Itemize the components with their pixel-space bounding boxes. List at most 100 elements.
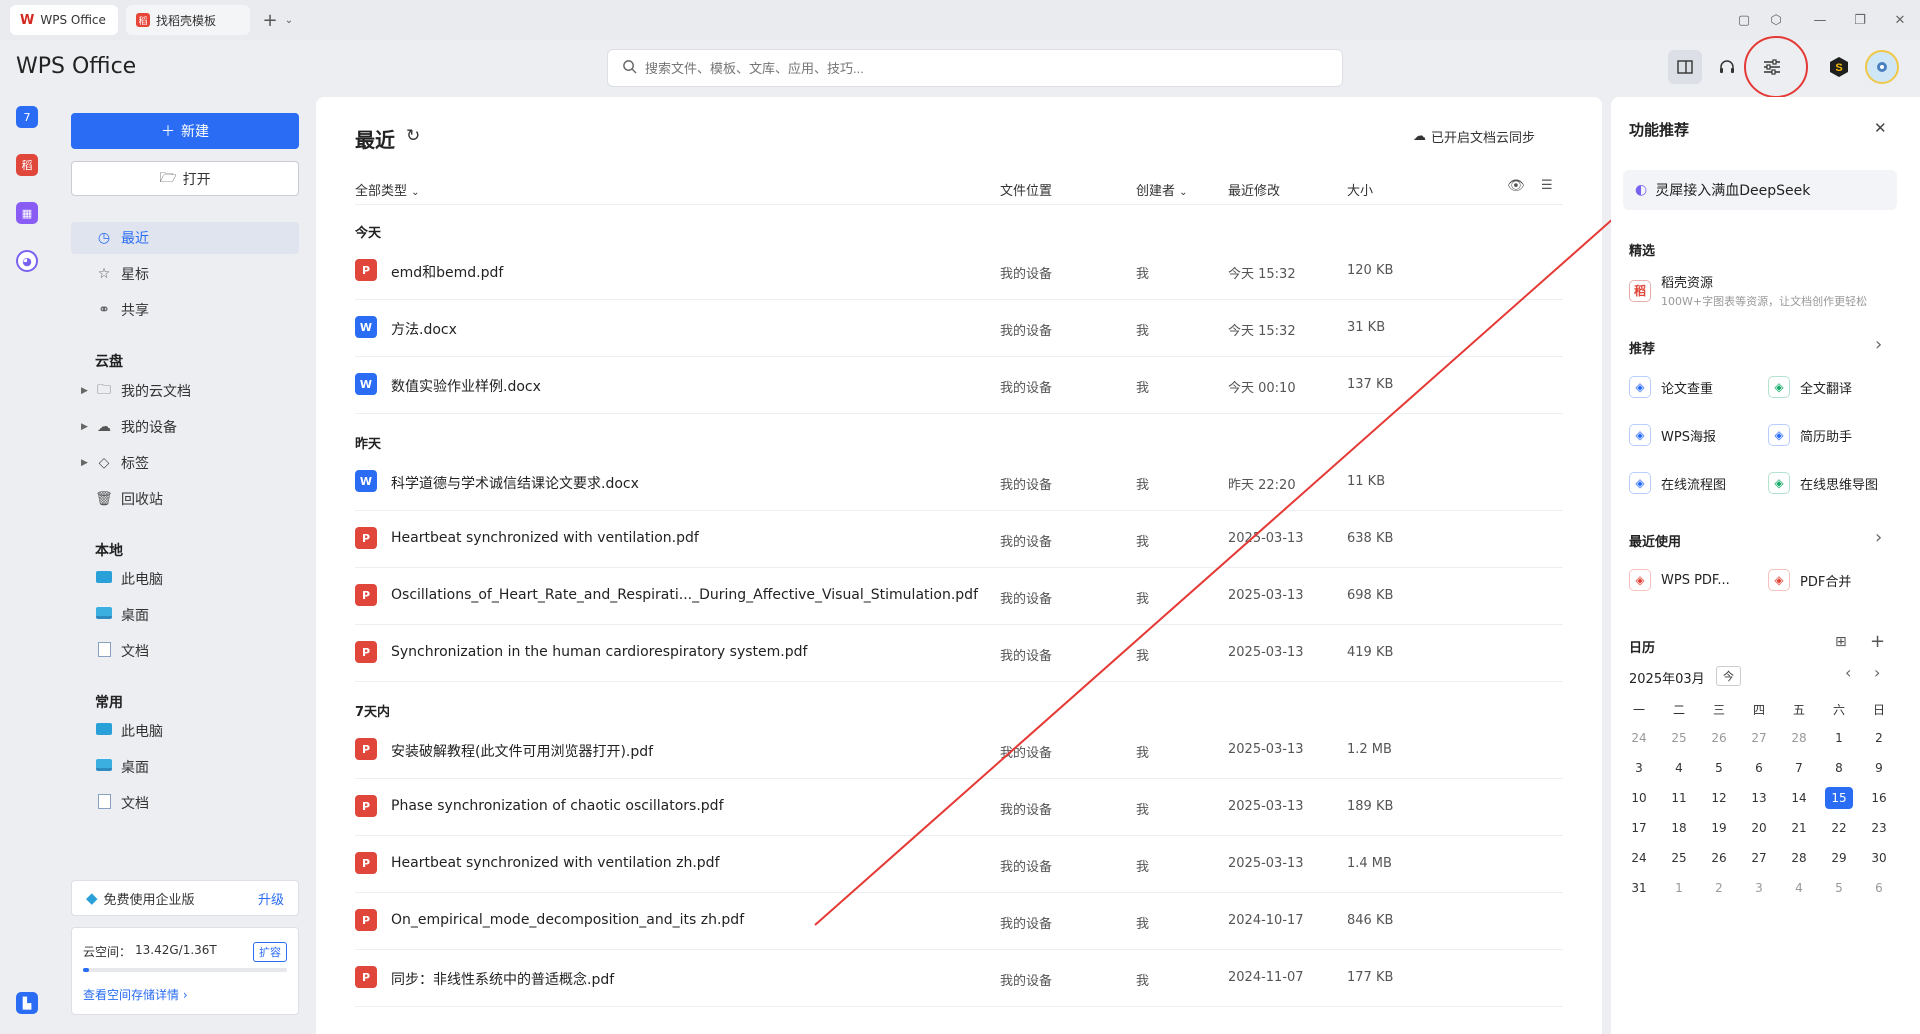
expand-arrow-icon[interactable]: ▶ xyxy=(81,458,88,468)
table-row[interactable]: P Heartbeat synchronized with ventilation… xyxy=(355,837,1563,893)
restore-icon[interactable]: ❐ xyxy=(1848,8,1872,32)
avatar[interactable] xyxy=(1865,50,1899,84)
feature-item[interactable]: ◈ 在线流程图 xyxy=(1629,472,1726,494)
calendar-day[interactable]: 7 xyxy=(1779,761,1819,775)
calendar-day[interactable]: 14 xyxy=(1779,791,1819,805)
table-row[interactable]: W 科学道德与学术诚信结课论文要求.docx 我的设备 我 昨天 22:20 11 KB xyxy=(355,455,1563,511)
tab-docer-templates[interactable]: 稻 找稻壳模板 xyxy=(126,5,250,35)
calendar-day[interactable]: 4 xyxy=(1779,881,1819,895)
refresh-icon[interactable]: ↻ xyxy=(406,126,420,146)
calendar-day[interactable]: 6 xyxy=(1859,881,1899,895)
calendar-day[interactable]: 2 xyxy=(1699,881,1739,895)
column-size[interactable]: 大小 xyxy=(1347,180,1373,199)
column-location[interactable]: 文件位置 xyxy=(1000,180,1052,199)
storage-detail-link[interactable]: 查看空间存储详情 › xyxy=(83,986,188,1003)
enterprise-promo[interactable]: ◆ 免费使用企业版 升级 xyxy=(71,880,299,916)
apps-grid-icon[interactable]: ▦ xyxy=(16,202,38,224)
column-creator[interactable]: 创建者 ⌄ xyxy=(1136,180,1188,199)
feature-item[interactable]: ◈ 在线思维导图 xyxy=(1768,472,1878,494)
cube-icon[interactable]: ⬡ xyxy=(1764,8,1788,32)
calendar-day[interactable]: 11 xyxy=(1659,791,1699,805)
deepseek-banner[interactable]: ◐ 灵犀接入满血DeepSeek xyxy=(1623,170,1897,210)
sidebar-item-my-devices[interactable]: ▶ ☁ 我的设备 xyxy=(71,411,299,443)
calendar-day[interactable]: 24 xyxy=(1619,851,1659,865)
calendar-plus-icon[interactable]: + xyxy=(1870,631,1885,652)
search-input[interactable] xyxy=(645,60,1245,76)
calendar-day[interactable]: 31 xyxy=(1619,881,1659,895)
calendar-next-chevron-icon[interactable]: › xyxy=(1874,663,1880,682)
sidebar-item-common-documents[interactable]: 文档 xyxy=(71,787,299,819)
sidebar-item-trash[interactable]: 🗑 回收站 xyxy=(71,483,299,515)
calendar-day[interactable]: 4 xyxy=(1659,761,1699,775)
calendar-app-icon[interactable]: 7 xyxy=(16,106,38,128)
table-row[interactable]: P Phase synchronization of chaotic oscill… xyxy=(355,780,1563,836)
calendar-day[interactable]: 24 xyxy=(1619,731,1659,745)
calendar-day[interactable]: 26 xyxy=(1699,851,1739,865)
calendar-day[interactable]: 3 xyxy=(1739,881,1779,895)
sidebar-item-desktop[interactable]: 桌面 xyxy=(71,599,299,631)
calendar-day[interactable]: 17 xyxy=(1619,821,1659,835)
upgrade-link[interactable]: 升级 xyxy=(258,889,284,908)
sidebar-item-this-pc[interactable]: 此电脑 xyxy=(71,563,299,595)
headset-support-icon[interactable] xyxy=(1710,50,1744,84)
calendar-day[interactable]: 26 xyxy=(1699,731,1739,745)
sliders-settings-icon[interactable] xyxy=(1755,50,1789,84)
calendar-day[interactable]: 21 xyxy=(1779,821,1819,835)
feature-item[interactable]: ◈ WPS海报 xyxy=(1629,424,1716,446)
docer-app-icon[interactable]: 稻 xyxy=(16,154,38,176)
search-box[interactable] xyxy=(607,49,1343,87)
close-panel-icon[interactable]: ✕ xyxy=(1874,119,1887,137)
calendar-day[interactable]: 18 xyxy=(1659,821,1699,835)
new-tab-plus-icon[interactable]: + xyxy=(258,8,282,32)
calendar-day[interactable]: 15 xyxy=(1819,787,1859,809)
table-row[interactable]: P 安装破解教程(此文件可用浏览器打开).pdf 我的设备 我 2025-03-13 1.… xyxy=(355,723,1563,779)
sort-filter-icon[interactable]: ☰ xyxy=(1541,178,1553,193)
calendar-day[interactable]: 8 xyxy=(1819,761,1859,775)
sidebar-item-common-this-pc[interactable]: 此电脑 xyxy=(71,715,299,747)
table-row[interactable]: P Oscillations_of_Heart_Rate_and_Respirat… xyxy=(355,569,1563,625)
sidebar-item-documents[interactable]: 文档 xyxy=(71,635,299,667)
table-row[interactable]: W 方法.docx 我的设备 我 今天 15:32 31 KB xyxy=(355,301,1563,357)
tab-list-chevron-down-icon[interactable]: ⌄ xyxy=(282,8,296,32)
featured-docer-resources[interactable]: 稻 稻壳资源 100W+字图表等资源，让文档创作更轻松 xyxy=(1629,272,1867,309)
minimize-icon[interactable]: — xyxy=(1808,8,1832,32)
calendar-day[interactable]: 16 xyxy=(1859,791,1899,805)
sidebar-item-common-desktop[interactable]: 桌面 xyxy=(71,751,299,783)
feature-item[interactable]: ◈ 论文查重 xyxy=(1629,376,1713,398)
feature-item[interactable]: ◈ 全文翻译 xyxy=(1768,376,1852,398)
new-button[interactable]: ＋ 新建 xyxy=(71,113,299,149)
filter-type-dropdown[interactable]: 全部类型 ⌄ xyxy=(355,180,420,199)
sidebar-item-recent[interactable]: ◷ 最近 xyxy=(71,222,299,254)
feature-item[interactable]: ◈ PDF合并 xyxy=(1768,569,1851,591)
sidebar-item-my-cloud-docs[interactable]: ▶ 🗀 我的云文档 xyxy=(71,375,299,407)
calendar-day[interactable]: 22 xyxy=(1819,821,1859,835)
calendar-day[interactable]: 28 xyxy=(1779,731,1819,745)
table-row[interactable]: Pemd和bemd.pdf 我的设备 我 今天 15:32 120 KB xyxy=(355,244,1563,300)
calendar-day[interactable]: 5 xyxy=(1819,881,1859,895)
sidebar-item-tags[interactable]: ▶ ◇ 标签 xyxy=(71,447,299,479)
calendar-day[interactable]: 13 xyxy=(1739,791,1779,805)
calendar-day[interactable]: 5 xyxy=(1699,761,1739,775)
calendar-today-button[interactable]: 今 xyxy=(1716,666,1741,686)
calendar-day[interactable]: 28 xyxy=(1779,851,1819,865)
table-row[interactable]: P 同步：非线性系统中的普适概念.pdf 我的设备 我 2024-11-07 177 KB xyxy=(355,951,1563,1007)
feature-item[interactable]: ◈ 简历助手 xyxy=(1768,424,1852,446)
close-window-icon[interactable]: ✕ xyxy=(1888,8,1912,32)
expand-arrow-icon[interactable]: ▶ xyxy=(81,386,88,396)
sidebar-item-shared[interactable]: ⚭ 共享 xyxy=(71,294,299,326)
calendar-day[interactable]: 10 xyxy=(1619,791,1659,805)
table-row[interactable]: P Heartbeat synchronized with ventilation… xyxy=(355,512,1563,568)
calendar-day[interactable]: 1 xyxy=(1659,881,1699,895)
ai-assistant-icon[interactable]: ◕ xyxy=(16,250,38,272)
calendar-day[interactable]: 19 xyxy=(1699,821,1739,835)
expand-arrow-icon[interactable]: ▶ xyxy=(81,422,88,432)
calendar-day[interactable]: 3 xyxy=(1619,761,1659,775)
table-row[interactable]: P On_empirical_mode_decomposition_and_its… xyxy=(355,894,1563,950)
calendar-prev-chevron-icon[interactable]: ‹ xyxy=(1845,663,1851,682)
calendar-day[interactable]: 27 xyxy=(1739,851,1779,865)
calendar-day[interactable]: 6 xyxy=(1739,761,1779,775)
calendar-add-event-icon[interactable]: ⊞ xyxy=(1835,634,1847,650)
recommend-more-chevron-icon[interactable]: › xyxy=(1875,334,1882,355)
cloud-sync-status[interactable]: ☁ 已开启文档云同步 xyxy=(1413,127,1535,146)
open-button[interactable]: 🗁 打开 xyxy=(71,161,299,196)
